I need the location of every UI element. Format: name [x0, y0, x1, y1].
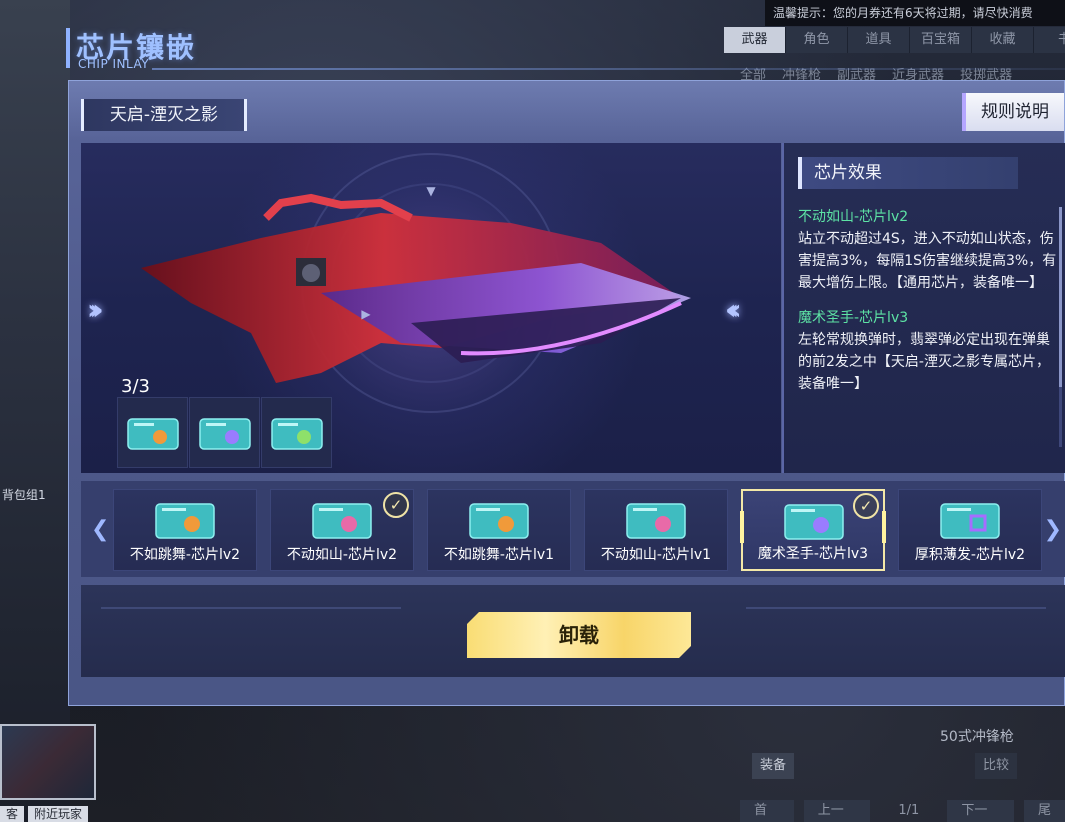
chip-icon [784, 504, 844, 540]
effect-description: 站立不动超过4S，进入不动如山状态，伤害提高3%，每隔1S伤害继续提高3%，有最… [798, 231, 1057, 291]
chip-inlay-dialog: 天启-湮灭之影 规则说明 ▼ ▶ ››› ‹‹‹ 3/3 芯片效果 不动如山-芯… [68, 80, 1065, 706]
title-accent-bar [66, 28, 70, 68]
chip-card[interactable]: 不动如山-芯片lv1 [584, 489, 728, 571]
effect-item: 不动如山-芯片lv2 站立不动超过4S，进入不动如山状态，伤害提高3%，每隔1S… [798, 207, 1060, 294]
chip-icon [940, 503, 1000, 539]
chip-slot-2[interactable] [189, 397, 260, 468]
chip-icon-orange [126, 417, 179, 450]
rules-button[interactable]: 规则说明 [962, 93, 1064, 131]
left-bottom-tabs: 客 附近玩家 [0, 806, 89, 822]
effect-name: 不动如山-芯片lv2 [798, 209, 909, 225]
unload-area: 卸载 [81, 585, 1065, 677]
effect-item: 魔术圣手-芯片lv3 左轮常规换弹时，翡翠弹必定出现在弹巢的前2发之中【天启-湮… [798, 308, 1060, 395]
background-weapon-name: 50式冲锋枪 [940, 729, 1014, 745]
chip-card[interactable]: ✓ 不动如山-芯片lv2 [270, 489, 414, 571]
unload-button[interactable]: 卸载 [467, 612, 691, 658]
chip-icon-green [270, 417, 323, 450]
chip-card[interactable]: 厚积薄发-芯片lv2 [898, 489, 1042, 571]
chip-icon [312, 503, 372, 539]
weapon-thumbnail[interactable] [0, 724, 96, 800]
pager-prev[interactable]: 上一页 [803, 800, 871, 822]
chip-card-label: 厚积薄发-芯片lv2 [914, 547, 1026, 563]
chip-card-selected[interactable]: ✓ 魔术圣手-芯片lv3 [740, 489, 886, 571]
decorative-line [746, 607, 1046, 609]
next-weapon-icon[interactable]: ‹‹‹ [725, 293, 741, 326]
effect-scrollbar[interactable] [1059, 207, 1062, 447]
chip-icon [155, 503, 215, 539]
notice-banner: 温馨提示：您的月券还有6天将过期，请尽快消费 [765, 0, 1065, 26]
chip-card-label: 魔术圣手-芯片lv3 [757, 546, 869, 562]
chevron-right-icon[interactable]: ❯ [1044, 517, 1062, 542]
pager-page: 1/1 [898, 803, 920, 818]
chip-list: 不如跳舞-芯片lv2 ✓ 不动如山-芯片lv2 不如跳舞-芯片lv1 不动如山-… [113, 489, 1042, 571]
pager-next[interactable]: 下一页 [947, 800, 1014, 822]
chip-icon [626, 503, 686, 539]
left-tab-0[interactable]: 客 [0, 806, 25, 822]
effect-name: 魔术圣手-芯片lv3 [798, 310, 909, 326]
chip-effect-panel: 芯片效果 不动如山-芯片lv2 站立不动超过4S，进入不动如山状态，伤害提高3%… [782, 143, 1065, 473]
chip-slot-3[interactable] [261, 397, 332, 468]
chip-inventory-strip: ❮ 不如跳舞-芯片lv2 ✓ 不动如山-芯片lv2 不如跳舞-芯片lv1 不动如… [81, 481, 1065, 577]
chip-card[interactable]: 不如跳舞-芯片lv2 [113, 489, 257, 571]
svg-text:▶: ▶ [361, 307, 371, 321]
chip-slot-1[interactable] [117, 397, 188, 468]
chip-card-label: 不如跳舞-芯片lv2 [129, 547, 241, 563]
svg-text:▼: ▼ [426, 184, 436, 198]
chip-card-label: 不动如山-芯片lv2 [286, 547, 398, 563]
weapon-name-label: 天启-湮灭之影 [81, 99, 247, 131]
backpack-group-label: 背包组1 [2, 488, 46, 502]
pager-first[interactable]: 首页 [740, 800, 794, 822]
chip-slot-count: 3/3 [121, 376, 150, 397]
left-tab-1[interactable]: 附近玩家 [28, 806, 89, 822]
equipped-chip-slots [117, 397, 332, 468]
chip-effect-title: 芯片效果 [798, 157, 1018, 189]
check-icon: ✓ [853, 493, 879, 519]
chip-icon-purple [198, 417, 251, 450]
chip-icon [469, 503, 529, 539]
chip-card-label: 不如跳舞-芯片lv1 [443, 547, 555, 563]
chevron-left-icon[interactable]: ❮ [91, 517, 109, 542]
effect-description: 左轮常规换弹时，翡翠弹必定出现在弹巢的前2发之中【天启-湮灭之影专属芯片，装备唯… [798, 332, 1050, 392]
dialog-header: 芯片镶嵌 CHIP INLAY [66, 26, 1065, 74]
chip-card-label: 不动如山-芯片lv1 [600, 547, 712, 563]
prev-weapon-icon[interactable]: ››› [87, 293, 103, 326]
compare-button[interactable]: 比较 [975, 753, 1017, 779]
title-divider [152, 68, 1065, 70]
chip-card[interactable]: 不如跳舞-芯片lv1 [427, 489, 571, 571]
equip-button[interactable]: 装备 [752, 753, 794, 779]
dialog-subtitle: CHIP INLAY [78, 57, 150, 71]
chip-effect-list: 不动如山-芯片lv2 站立不动超过4S，进入不动如山状态，伤害提高3%，每隔1S… [798, 207, 1060, 409]
check-icon: ✓ [383, 492, 409, 518]
pager-last[interactable]: 尾 [1023, 800, 1065, 822]
left-side-panel [0, 0, 70, 822]
weapon-display: ▼ ▶ ››› ‹‹‹ 3/3 [81, 143, 781, 473]
decorative-line [101, 607, 401, 609]
pager: 首页 上一页 1/1 下一页 尾 [740, 800, 1065, 822]
